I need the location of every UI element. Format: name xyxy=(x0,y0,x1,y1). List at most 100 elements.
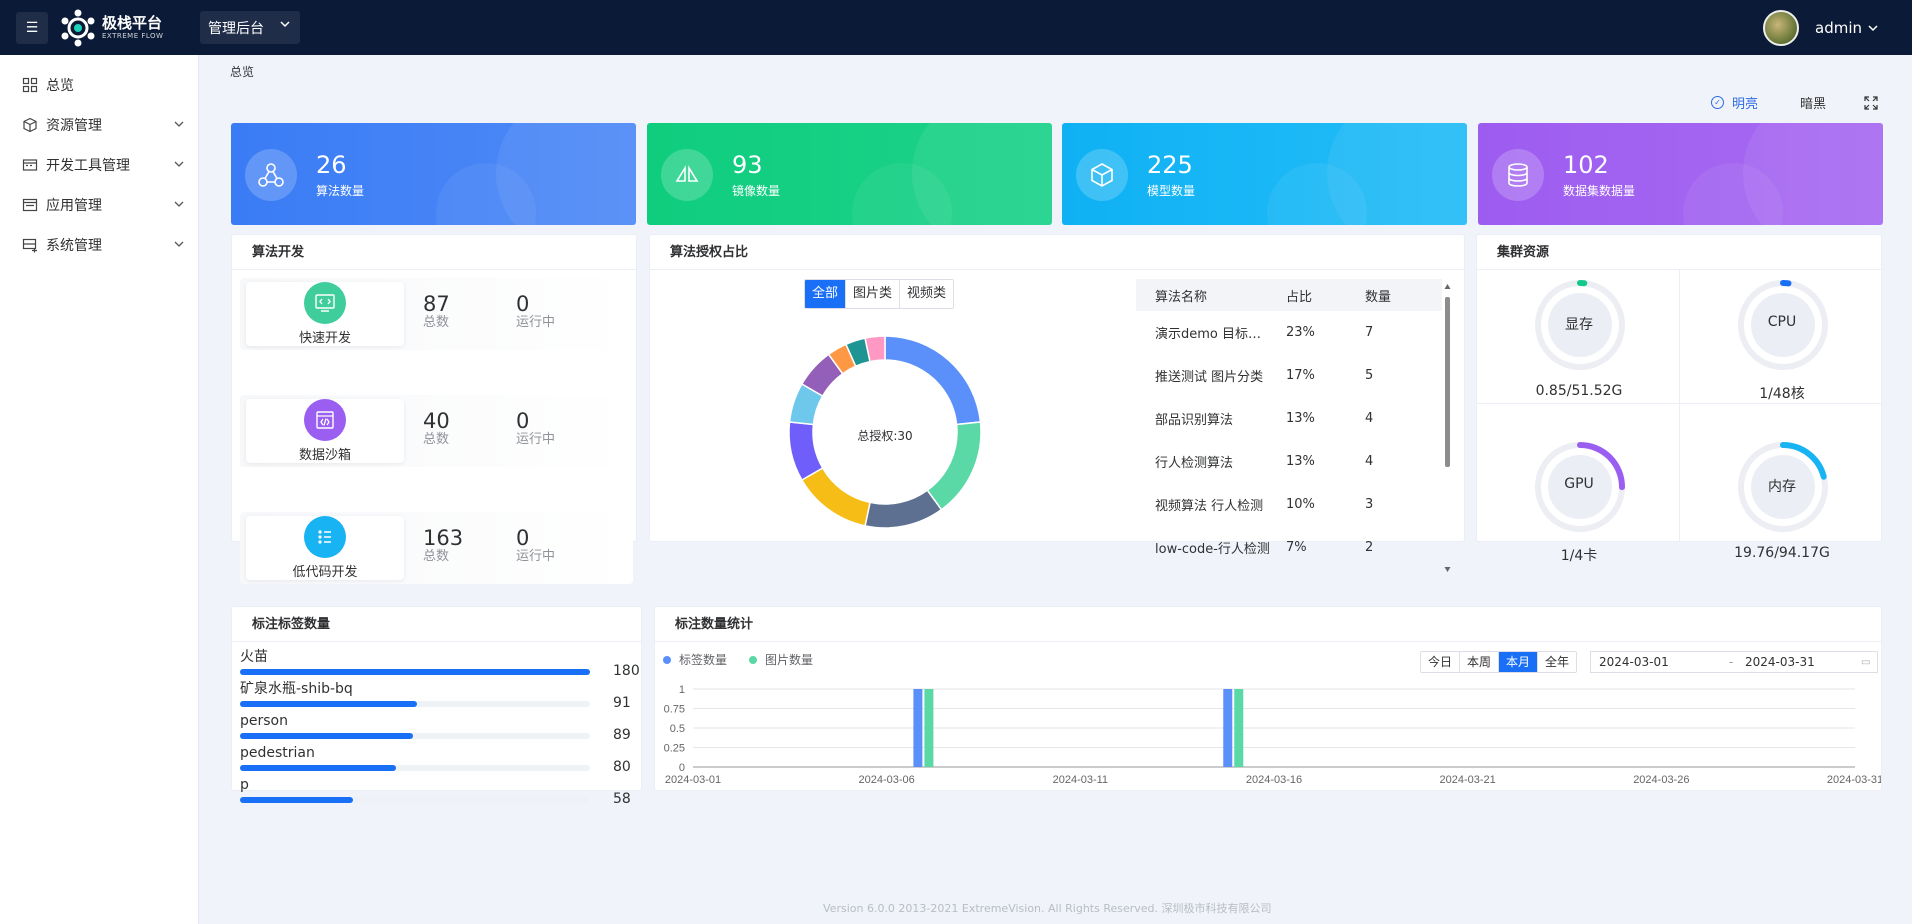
start-date[interactable]: 2024-03-01 xyxy=(1591,655,1721,669)
tag-bar-fill xyxy=(240,669,590,675)
chevron-down-icon xyxy=(1868,25,1878,32)
tab-today[interactable]: 今日 xyxy=(1421,652,1461,672)
mirror-image-icon xyxy=(661,149,713,201)
stat-card-models[interactable]: 225 模型数量 xyxy=(1062,123,1467,225)
logo-icon xyxy=(61,9,95,47)
tag-name: pedestrian xyxy=(240,745,315,761)
stat-card-datasets[interactable]: 102 数据集数据量 xyxy=(1478,123,1883,225)
theme-light-option[interactable]: ✓ 明亮 xyxy=(1710,93,1758,112)
y-tick-label: 0.5 xyxy=(670,723,685,735)
system-selector[interactable]: 管理后台 xyxy=(200,11,300,44)
card-title: 算法授权占比 xyxy=(650,235,1464,270)
dev-tool-name: 低代码开发 xyxy=(292,565,358,580)
avatar[interactable] xyxy=(1763,10,1799,46)
tab-image[interactable]: 图片类 xyxy=(846,280,901,308)
tab-year[interactable]: 全年 xyxy=(1538,652,1577,672)
stat-card-algorithms[interactable]: 26 算法数量 xyxy=(231,123,636,225)
tab-all[interactable]: 全部 xyxy=(805,280,847,308)
period-tabs: 今日 本周 本月 全年 xyxy=(1420,651,1578,673)
toolbox-icon xyxy=(22,159,38,171)
dev-row-sandbox[interactable]: 数据沙箱 40 总数 0 运行中 xyxy=(240,395,633,467)
table-scrollbar[interactable] xyxy=(1444,283,1451,573)
logo-title: 极栈平台 xyxy=(102,14,163,32)
tag-count-card: 标注标签数量 火苗 180 矿泉水瓶-shib-bq 91 person 89 pedest… xyxy=(231,606,642,807)
license-filter-tabs: 全部 图片类 视频类 xyxy=(804,279,955,309)
tag-bar-fill xyxy=(240,797,353,803)
x-tick-label: 2024-03-26 xyxy=(1633,774,1689,786)
resource-name: 内存 xyxy=(1768,479,1796,495)
legend-item[interactable]: 标签数量 xyxy=(663,651,727,668)
dev-running-label: 运行中 xyxy=(516,432,556,447)
main-content: 总览 ✓ 明亮 暗黑 26 算法数量 93 镜像数量 225 模型数量 102 … xyxy=(200,55,1912,924)
sidebar-item-label: 资源管理 xyxy=(46,118,102,134)
database-icon xyxy=(1492,149,1544,201)
annotation-stats-card: 标注数量统计 标签数量 图片数量 今日 本周 本月 全年 2024-03-01 … xyxy=(654,606,1882,791)
dev-tool-box[interactable]: 快速开发 xyxy=(246,282,404,346)
dev-total-label: 总数 xyxy=(423,432,450,447)
x-tick-label: 2024-03-31 xyxy=(1827,774,1881,786)
list-tree-icon xyxy=(304,516,346,558)
legend-item[interactable]: 图片数量 xyxy=(749,651,813,668)
table-row: 视频算法 行人检测 10% 3 xyxy=(1136,483,1442,526)
tag-name: 火苗 xyxy=(240,649,268,665)
date-range-picker[interactable]: 2024-03-01 - 2024-03-31 ▭ xyxy=(1590,651,1878,673)
algorithm-dev-card: 算法开发 快速开发 87 总数 0 运行中 数据沙箱 40 总数 0 运行中 低… xyxy=(231,234,637,584)
sidebar-item-label: 开发工具管理 xyxy=(46,158,130,174)
end-date[interactable]: 2024-03-31 xyxy=(1741,655,1861,669)
logo[interactable]: 极栈平台 EXTREME FLOW xyxy=(58,8,163,48)
theme-dark-option[interactable]: 暗黑 xyxy=(1800,93,1826,112)
donut-slice[interactable] xyxy=(884,335,982,426)
stat-card-images[interactable]: 93 镜像数量 xyxy=(647,123,1052,225)
theme-switcher: ✓ 明亮 暗黑 xyxy=(1710,93,1878,112)
dev-tool-box[interactable]: 低代码开发 xyxy=(246,516,404,580)
card-title: 标注数量统计 xyxy=(655,607,1881,642)
sidebar-item-resources[interactable]: 资源管理 xyxy=(0,105,198,145)
sidebar-item-overview[interactable]: 总览 xyxy=(0,65,198,105)
menu-toggle-button[interactable]: ☰ xyxy=(16,12,48,44)
chevron-down-icon xyxy=(174,161,184,167)
sidebar-item-apps[interactable]: 应用管理 xyxy=(0,185,198,225)
tab-week[interactable]: 本周 xyxy=(1460,652,1500,672)
bar[interactable] xyxy=(1234,689,1244,767)
license-share-card: 算法授权占比 全部 图片类 视频类 总授权:30 算法名称 占比 数量 演示de… xyxy=(649,234,1465,572)
cell-count: 3 xyxy=(1365,497,1374,512)
table-row: 演示demo 目标检测 23% 7 xyxy=(1136,311,1442,354)
breadcrumb[interactable]: 总览 xyxy=(230,63,254,80)
donut-slice[interactable] xyxy=(864,489,943,529)
dev-row-lowcode[interactable]: 低代码开发 163 总数 0 运行中 xyxy=(240,512,633,584)
tab-video[interactable]: 视频类 xyxy=(900,280,954,308)
fullscreen-icon[interactable] xyxy=(1864,95,1878,110)
table-row: 部品识别算法 13% 4 xyxy=(1136,397,1442,440)
tag-bar-fill xyxy=(240,733,414,739)
chevron-down-icon xyxy=(174,241,184,247)
sidebar-item-devtools[interactable]: 开发工具管理 xyxy=(0,145,198,185)
dev-tool-name: 数据沙箱 xyxy=(298,448,351,463)
code-window-icon xyxy=(304,399,346,441)
dev-total-label: 总数 xyxy=(423,549,450,564)
donut-slice[interactable] xyxy=(800,466,871,527)
scroll-thumb xyxy=(1445,297,1450,467)
legend-label: 标签数量 xyxy=(679,653,728,667)
tag-row: 矿泉水瓶-shib-bq 91 xyxy=(240,681,631,713)
bar[interactable] xyxy=(1223,689,1233,767)
cell-count: 4 xyxy=(1365,411,1374,426)
calendar-icon[interactable]: ▭ xyxy=(1861,657,1870,668)
legend-label: 图片数量 xyxy=(765,653,814,667)
user-menu[interactable]: admin xyxy=(1763,10,1878,46)
table-row: 行人检测算法 13% 4 xyxy=(1136,440,1442,483)
bar[interactable] xyxy=(924,689,934,767)
x-tick-label: 2024-03-01 xyxy=(665,774,721,786)
dev-tool-box[interactable]: 数据沙箱 xyxy=(246,399,404,463)
dev-running-label: 运行中 xyxy=(516,549,556,564)
dev-row-quick[interactable]: 快速开发 87 总数 0 运行中 xyxy=(240,278,633,350)
tag-bar xyxy=(240,669,590,675)
top-bar: ☰ 极栈平台 EXTREME FLOW 管理后台 admin xyxy=(0,0,1912,55)
resource-name: GPU xyxy=(1564,476,1594,492)
tab-month[interactable]: 本月 xyxy=(1499,652,1539,672)
chevron-down-icon xyxy=(174,121,184,127)
cube-icon xyxy=(1076,149,1128,201)
bar[interactable] xyxy=(913,689,923,767)
sidebar-item-system[interactable]: 系统管理 xyxy=(0,225,198,265)
theme-light-label: 明亮 xyxy=(1731,97,1758,112)
tag-bar-fill xyxy=(240,765,396,771)
